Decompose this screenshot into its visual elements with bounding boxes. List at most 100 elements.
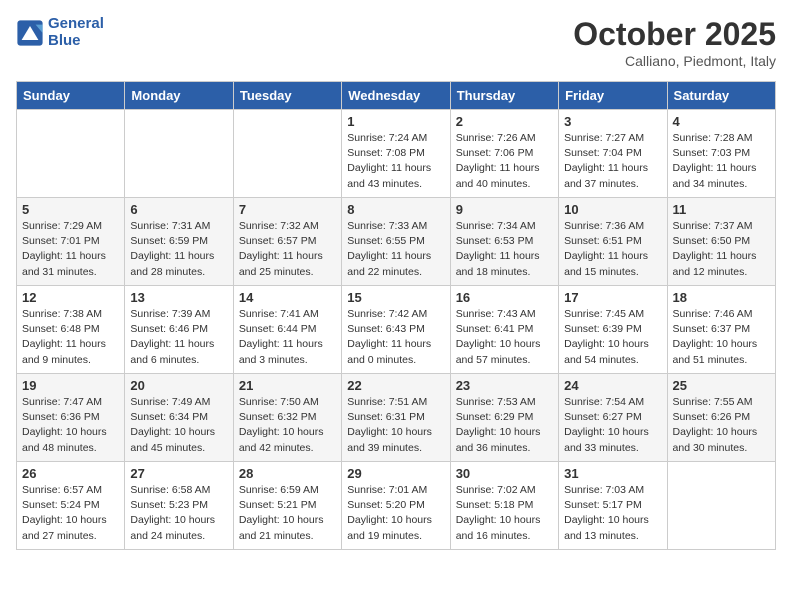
day-info: Sunrise: 7:50 AM Sunset: 6:32 PM Dayligh… xyxy=(239,395,336,456)
day-number: 9 xyxy=(456,202,553,217)
calendar-cell: 31 Sunrise: 7:03 AM Sunset: 5:17 PM Dayli… xyxy=(559,462,667,550)
day-number: 8 xyxy=(347,202,444,217)
day-number: 13 xyxy=(130,290,227,305)
day-number: 26 xyxy=(22,466,119,481)
day-info: Sunrise: 7:33 AM Sunset: 6:55 PM Dayligh… xyxy=(347,219,444,280)
column-header-sunday: Sunday xyxy=(17,82,125,110)
day-info: Sunrise: 6:59 AM Sunset: 5:21 PM Dayligh… xyxy=(239,483,336,544)
calendar-week-row: 26 Sunrise: 6:57 AM Sunset: 5:24 PM Dayli… xyxy=(17,462,776,550)
day-info: Sunrise: 7:54 AM Sunset: 6:27 PM Dayligh… xyxy=(564,395,661,456)
calendar-cell: 23 Sunrise: 7:53 AM Sunset: 6:29 PM Dayli… xyxy=(450,374,558,462)
day-number: 5 xyxy=(22,202,119,217)
day-number: 24 xyxy=(564,378,661,393)
calendar-week-row: 5 Sunrise: 7:29 AM Sunset: 7:01 PM Daylig… xyxy=(17,198,776,286)
day-number: 4 xyxy=(673,114,770,129)
calendar-cell: 21 Sunrise: 7:50 AM Sunset: 6:32 PM Dayli… xyxy=(233,374,341,462)
day-info: Sunrise: 6:57 AM Sunset: 5:24 PM Dayligh… xyxy=(22,483,119,544)
calendar-cell: 4 Sunrise: 7:28 AM Sunset: 7:03 PM Daylig… xyxy=(667,110,775,198)
calendar-cell: 9 Sunrise: 7:34 AM Sunset: 6:53 PM Daylig… xyxy=(450,198,558,286)
day-info: Sunrise: 7:34 AM Sunset: 6:53 PM Dayligh… xyxy=(456,219,553,280)
day-info: Sunrise: 7:49 AM Sunset: 6:34 PM Dayligh… xyxy=(130,395,227,456)
calendar-cell xyxy=(233,110,341,198)
column-header-thursday: Thursday xyxy=(450,82,558,110)
calendar-cell: 24 Sunrise: 7:54 AM Sunset: 6:27 PM Dayli… xyxy=(559,374,667,462)
day-info: Sunrise: 7:02 AM Sunset: 5:18 PM Dayligh… xyxy=(456,483,553,544)
calendar-cell: 11 Sunrise: 7:37 AM Sunset: 6:50 PM Dayli… xyxy=(667,198,775,286)
day-number: 14 xyxy=(239,290,336,305)
calendar-cell: 5 Sunrise: 7:29 AM Sunset: 7:01 PM Daylig… xyxy=(17,198,125,286)
day-number: 12 xyxy=(22,290,119,305)
calendar-cell: 2Sunrise: 7:26 AM Sunset: 7:06 PM Daylig… xyxy=(450,110,558,198)
day-number: 23 xyxy=(456,378,553,393)
day-number: 3 xyxy=(564,114,661,129)
day-number: 18 xyxy=(673,290,770,305)
day-number: 11 xyxy=(673,202,770,217)
calendar-cell: 1Sunrise: 7:24 AM Sunset: 7:08 PM Daylig… xyxy=(342,110,450,198)
day-number: 6 xyxy=(130,202,227,217)
day-info: Sunrise: 7:31 AM Sunset: 6:59 PM Dayligh… xyxy=(130,219,227,280)
day-number: 20 xyxy=(130,378,227,393)
logo-blue: Blue xyxy=(48,33,104,50)
calendar-cell: 28 Sunrise: 6:59 AM Sunset: 5:21 PM Dayli… xyxy=(233,462,341,550)
calendar-table: SundayMondayTuesdayWednesdayThursdayFrid… xyxy=(16,81,776,550)
calendar-week-row: 19 Sunrise: 7:47 AM Sunset: 6:36 PM Dayli… xyxy=(17,374,776,462)
logo-icon xyxy=(16,19,44,47)
day-number: 27 xyxy=(130,466,227,481)
calendar-cell: 20 Sunrise: 7:49 AM Sunset: 6:34 PM Dayli… xyxy=(125,374,233,462)
day-info: Sunrise: 7:43 AM Sunset: 6:41 PM Dayligh… xyxy=(456,307,553,368)
day-info: Sunrise: 7:01 AM Sunset: 5:20 PM Dayligh… xyxy=(347,483,444,544)
day-number: 21 xyxy=(239,378,336,393)
day-info: Sunrise: 7:47 AM Sunset: 6:36 PM Dayligh… xyxy=(22,395,119,456)
calendar-cell: 27Sunrise: 6:58 AM Sunset: 5:23 PM Dayli… xyxy=(125,462,233,550)
day-info: Sunrise: 7:53 AM Sunset: 6:29 PM Dayligh… xyxy=(456,395,553,456)
day-number: 7 xyxy=(239,202,336,217)
calendar-cell: 16 Sunrise: 7:43 AM Sunset: 6:41 PM Dayli… xyxy=(450,286,558,374)
column-header-tuesday: Tuesday xyxy=(233,82,341,110)
day-info: Sunrise: 7:46 AM Sunset: 6:37 PM Dayligh… xyxy=(673,307,770,368)
calendar-cell: 6 Sunrise: 7:31 AM Sunset: 6:59 PM Daylig… xyxy=(125,198,233,286)
day-number: 31 xyxy=(564,466,661,481)
column-header-saturday: Saturday xyxy=(667,82,775,110)
calendar-cell: 3 Sunrise: 7:27 AM Sunset: 7:04 PM Daylig… xyxy=(559,110,667,198)
day-info: Sunrise: 7:27 AM Sunset: 7:04 PM Dayligh… xyxy=(564,131,661,192)
day-number: 25 xyxy=(673,378,770,393)
calendar-cell: 14Sunrise: 7:41 AM Sunset: 6:44 PM Dayli… xyxy=(233,286,341,374)
day-info: Sunrise: 7:51 AM Sunset: 6:31 PM Dayligh… xyxy=(347,395,444,456)
calendar-cell: 8 Sunrise: 7:33 AM Sunset: 6:55 PM Daylig… xyxy=(342,198,450,286)
day-info: Sunrise: 7:45 AM Sunset: 6:39 PM Dayligh… xyxy=(564,307,661,368)
calendar-week-row: 12Sunrise: 7:38 AM Sunset: 6:48 PM Dayli… xyxy=(17,286,776,374)
day-number: 29 xyxy=(347,466,444,481)
day-number: 15 xyxy=(347,290,444,305)
day-number: 2 xyxy=(456,114,553,129)
column-header-monday: Monday xyxy=(125,82,233,110)
calendar-week-row: 1Sunrise: 7:24 AM Sunset: 7:08 PM Daylig… xyxy=(17,110,776,198)
day-number: 19 xyxy=(22,378,119,393)
day-number: 10 xyxy=(564,202,661,217)
title-block: October 2025 Calliano, Piedmont, Italy xyxy=(573,16,776,69)
day-info: Sunrise: 7:29 AM Sunset: 7:01 PM Dayligh… xyxy=(22,219,119,280)
day-info: Sunrise: 7:28 AM Sunset: 7:03 PM Dayligh… xyxy=(673,131,770,192)
calendar-cell xyxy=(667,462,775,550)
calendar-header-row: SundayMondayTuesdayWednesdayThursdayFrid… xyxy=(17,82,776,110)
calendar-cell: 15Sunrise: 7:42 AM Sunset: 6:43 PM Dayli… xyxy=(342,286,450,374)
page-header: General Blue October 2025 Calliano, Pied… xyxy=(16,16,776,69)
day-number: 22 xyxy=(347,378,444,393)
calendar-cell: 13Sunrise: 7:39 AM Sunset: 6:46 PM Dayli… xyxy=(125,286,233,374)
column-header-friday: Friday xyxy=(559,82,667,110)
calendar-cell: 19 Sunrise: 7:47 AM Sunset: 6:36 PM Dayli… xyxy=(17,374,125,462)
day-info: Sunrise: 7:55 AM Sunset: 6:26 PM Dayligh… xyxy=(673,395,770,456)
logo-general: General xyxy=(48,15,104,32)
calendar-cell: 25 Sunrise: 7:55 AM Sunset: 6:26 PM Dayli… xyxy=(667,374,775,462)
calendar-cell: 30Sunrise: 7:02 AM Sunset: 5:18 PM Dayli… xyxy=(450,462,558,550)
calendar-cell: 12Sunrise: 7:38 AM Sunset: 6:48 PM Dayli… xyxy=(17,286,125,374)
day-number: 28 xyxy=(239,466,336,481)
calendar-cell: 10Sunrise: 7:36 AM Sunset: 6:51 PM Dayli… xyxy=(559,198,667,286)
day-number: 17 xyxy=(564,290,661,305)
day-info: Sunrise: 7:37 AM Sunset: 6:50 PM Dayligh… xyxy=(673,219,770,280)
month-title: October 2025 xyxy=(573,16,776,53)
day-info: Sunrise: 7:32 AM Sunset: 6:57 PM Dayligh… xyxy=(239,219,336,280)
day-info: Sunrise: 7:03 AM Sunset: 5:17 PM Dayligh… xyxy=(564,483,661,544)
logo: General Blue xyxy=(16,16,104,49)
calendar-cell: 7 Sunrise: 7:32 AM Sunset: 6:57 PM Daylig… xyxy=(233,198,341,286)
day-number: 16 xyxy=(456,290,553,305)
